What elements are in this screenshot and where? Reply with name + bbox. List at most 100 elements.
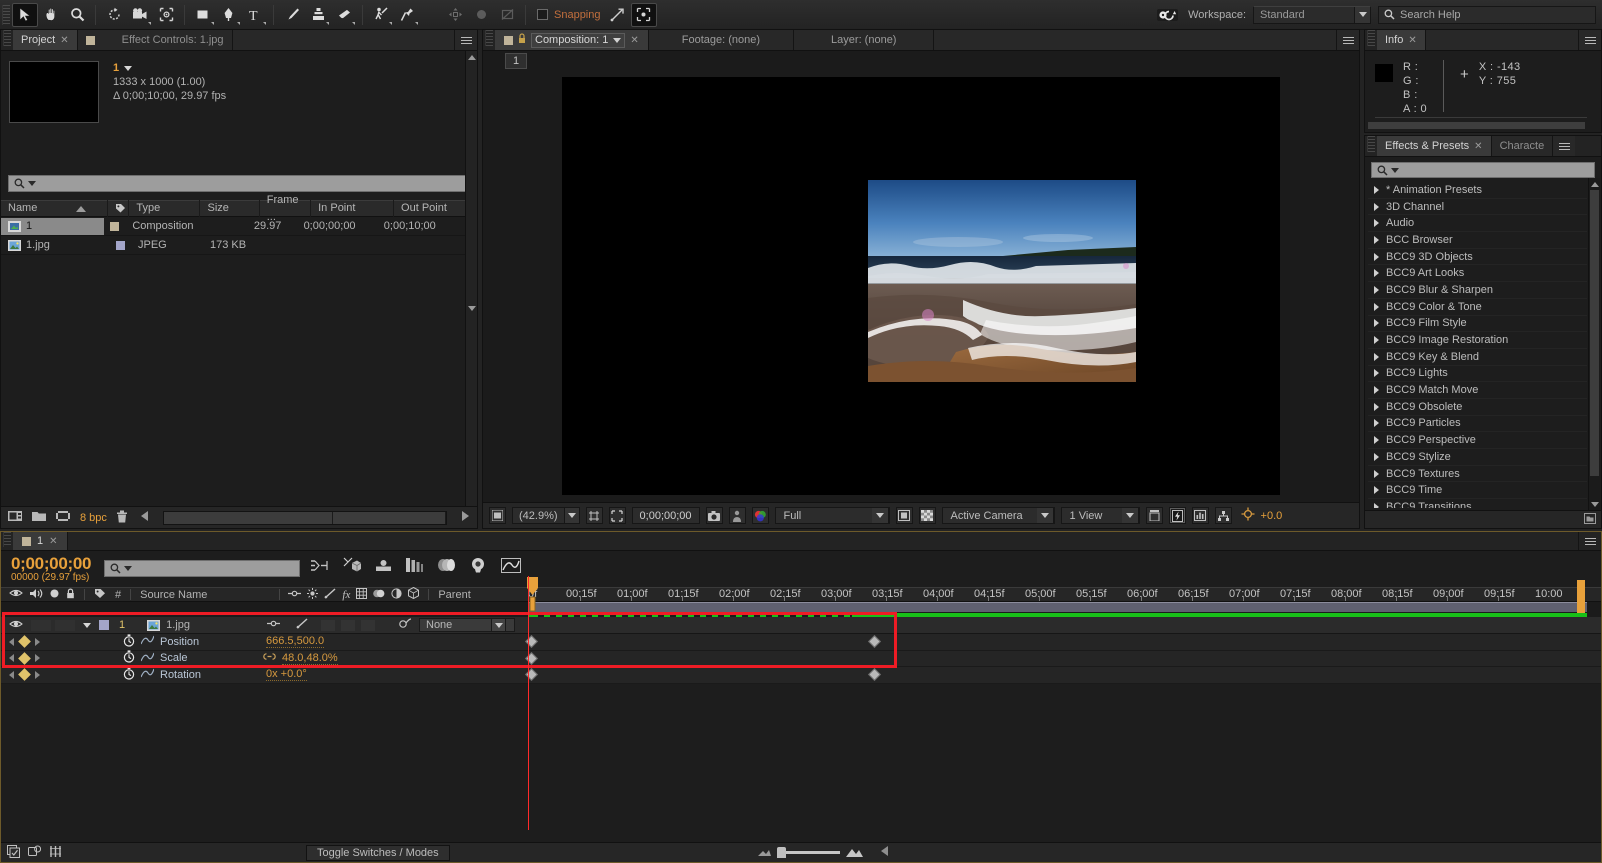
timeline-ruler[interactable]: 0f 00:15f 01:00f 01:15f 02:00f 02:15f 03… <box>528 588 1601 601</box>
toolbar-grip[interactable] <box>2 4 10 25</box>
timeline-zoom-slider[interactable] <box>757 847 863 858</box>
stopwatch-icon[interactable] <box>123 650 135 666</box>
tab-effect-controls[interactable]: Effect Controls: 1.jpg <box>77 30 233 50</box>
resolution-select[interactable]: Full <box>774 507 890 524</box>
views-select[interactable]: 1 View <box>1060 507 1140 524</box>
label-swatch[interactable] <box>99 620 109 630</box>
scroll-up-icon[interactable] <box>466 51 477 64</box>
scroll-down-icon[interactable] <box>1589 498 1600 510</box>
previous-keyframe-icon[interactable] <box>9 654 14 663</box>
list-item[interactable]: BCC9 Textures <box>1368 466 1587 483</box>
chevron-right-icon[interactable] <box>1374 402 1379 411</box>
list-item[interactable]: BCC9 Blur & Sharpen <box>1368 282 1587 299</box>
comp-mini-flowchart-icon[interactable] <box>28 845 42 861</box>
property-value[interactable]: 48.0,48.0% <box>282 652 338 665</box>
keyframe-marker[interactable] <box>868 668 881 682</box>
chevron-right-icon[interactable] <box>1374 285 1379 294</box>
eraser-tool[interactable] <box>331 3 357 27</box>
solo-toggle-cell[interactable] <box>55 619 75 631</box>
chevron-right-icon[interactable] <box>1374 469 1379 478</box>
list-item[interactable]: BCC9 3D Objects <box>1368 249 1587 266</box>
chevron-right-icon[interactable] <box>1374 319 1379 328</box>
pixel-aspect-correction-icon[interactable] <box>1145 507 1163 524</box>
scroll-up-icon[interactable] <box>1589 178 1600 190</box>
channel-rgb-icon[interactable] <box>751 507 769 524</box>
tag-icon[interactable] <box>94 588 106 602</box>
selection-tool[interactable] <box>12 2 38 27</box>
tab-timeline-comp[interactable]: 1 ✕ <box>13 532 68 550</box>
stopwatch-icon[interactable] <box>123 667 135 683</box>
snap-arrow-icon[interactable] <box>605 3 631 27</box>
tab-effects-presets[interactable]: Effects & Presets ✕ <box>1377 136 1492 156</box>
toggle-mask-icon[interactable] <box>895 507 913 524</box>
chevron-down-icon[interactable] <box>83 622 91 628</box>
layer-source-cell[interactable]: 1.jpg <box>147 619 190 631</box>
puppet-pin-tool[interactable] <box>394 3 420 27</box>
tab-project[interactable]: Project ✕ <box>13 30 78 50</box>
timeline-panel-menu[interactable] <box>1579 532 1601 550</box>
table-row[interactable]: 1 Composition 29.97 0;00;00;00 0;00;10;0… <box>1 217 477 236</box>
keyframe-toggle-icon[interactable] <box>18 668 31 682</box>
project-row-label-color[interactable] <box>104 221 125 231</box>
zoom-slider-thumb[interactable] <box>776 847 786 858</box>
draft-3d-icon[interactable] <box>343 557 362 576</box>
project-item-title-row[interactable]: 1 <box>113 61 226 75</box>
chevron-right-icon[interactable] <box>1374 269 1379 278</box>
chevron-down-icon[interactable] <box>28 181 36 186</box>
clone-stamp-tool[interactable] <box>305 3 331 27</box>
project-row-name-cell[interactable]: 1 <box>1 217 105 235</box>
transparency-grid-icon[interactable] <box>918 507 936 524</box>
chevron-down-icon[interactable] <box>564 507 580 524</box>
list-item[interactable]: BCC9 Color & Tone <box>1368 299 1587 316</box>
type-tool[interactable]: T <box>242 3 268 27</box>
chevron-right-icon[interactable] <box>1374 185 1379 194</box>
workspace-select[interactable]: Standard <box>1253 5 1371 24</box>
chevron-right-icon[interactable] <box>1374 202 1379 211</box>
eye-icon[interactable] <box>1 619 23 632</box>
composition-mini-flowchart-icon[interactable] <box>311 559 329 575</box>
region-of-interest-icon[interactable] <box>630 2 657 27</box>
no-gizmo-icon[interactable] <box>494 3 520 27</box>
effects-vertical-scrollbar[interactable] <box>1588 178 1600 510</box>
chevron-right-icon[interactable] <box>1374 486 1379 495</box>
motion-blur-toggle-icon[interactable] <box>49 845 62 861</box>
always-preview-icon[interactable] <box>489 507 506 524</box>
anchor-point-switch-icon[interactable] <box>288 589 302 601</box>
audio-toggle-cell[interactable] <box>31 619 51 631</box>
motion-blur-icon[interactable] <box>437 558 455 575</box>
graph-editor-set-icon[interactable] <box>140 652 155 665</box>
list-item[interactable]: BCC9 Match Move <box>1368 382 1587 399</box>
keyframe-toggle-icon[interactable] <box>18 635 31 649</box>
list-item[interactable]: 3D Channel <box>1368 199 1587 216</box>
exposure-icon[interactable] <box>1241 507 1255 524</box>
bit-depth-label[interactable]: 8 bpc <box>80 512 107 524</box>
camera-tool[interactable] <box>127 3 153 27</box>
keyframe-marker[interactable] <box>868 635 881 648</box>
property-row-position[interactable]: Position 666.5,500.0 <box>1 634 1601 651</box>
timeline-current-time[interactable]: 0;00;00;00 <box>1 555 91 573</box>
keyframe-navigator[interactable] <box>1 652 51 665</box>
close-icon[interactable]: ✕ <box>49 536 57 547</box>
property-row-rotation[interactable]: Rotation 0x +0.0° <box>1 667 1601 684</box>
list-item[interactable]: BCC9 Time <box>1368 482 1587 500</box>
list-item[interactable]: BCC9 Image Restoration <box>1368 332 1587 349</box>
close-icon[interactable]: ✕ <box>60 35 68 46</box>
zoom-tool[interactable] <box>64 3 90 27</box>
chevron-down-icon[interactable] <box>491 618 506 632</box>
chevron-down-icon[interactable] <box>124 65 133 71</box>
delete-icon[interactable] <box>116 510 128 526</box>
project-horizontal-scrollbar[interactable] <box>162 510 447 525</box>
column-frame-rate[interactable]: Frame ... <box>260 194 312 223</box>
tab-character[interactable]: Characte <box>1491 136 1554 156</box>
effects-switch-icon[interactable] <box>296 618 308 632</box>
stopwatch-icon[interactable] <box>123 634 135 650</box>
close-icon[interactable]: ✕ <box>630 35 638 46</box>
composition-stage[interactable] <box>483 71 1359 501</box>
camera-select[interactable]: Active Camera <box>941 507 1055 524</box>
timeline-graph-icon[interactable] <box>1191 507 1209 524</box>
new-composition-icon[interactable] <box>8 510 23 525</box>
frame-blend-switch-icon[interactable] <box>356 587 368 602</box>
three-d-cell[interactable] <box>361 619 375 631</box>
chevron-down-icon[interactable] <box>124 566 132 571</box>
chevron-right-icon[interactable] <box>1374 419 1379 428</box>
